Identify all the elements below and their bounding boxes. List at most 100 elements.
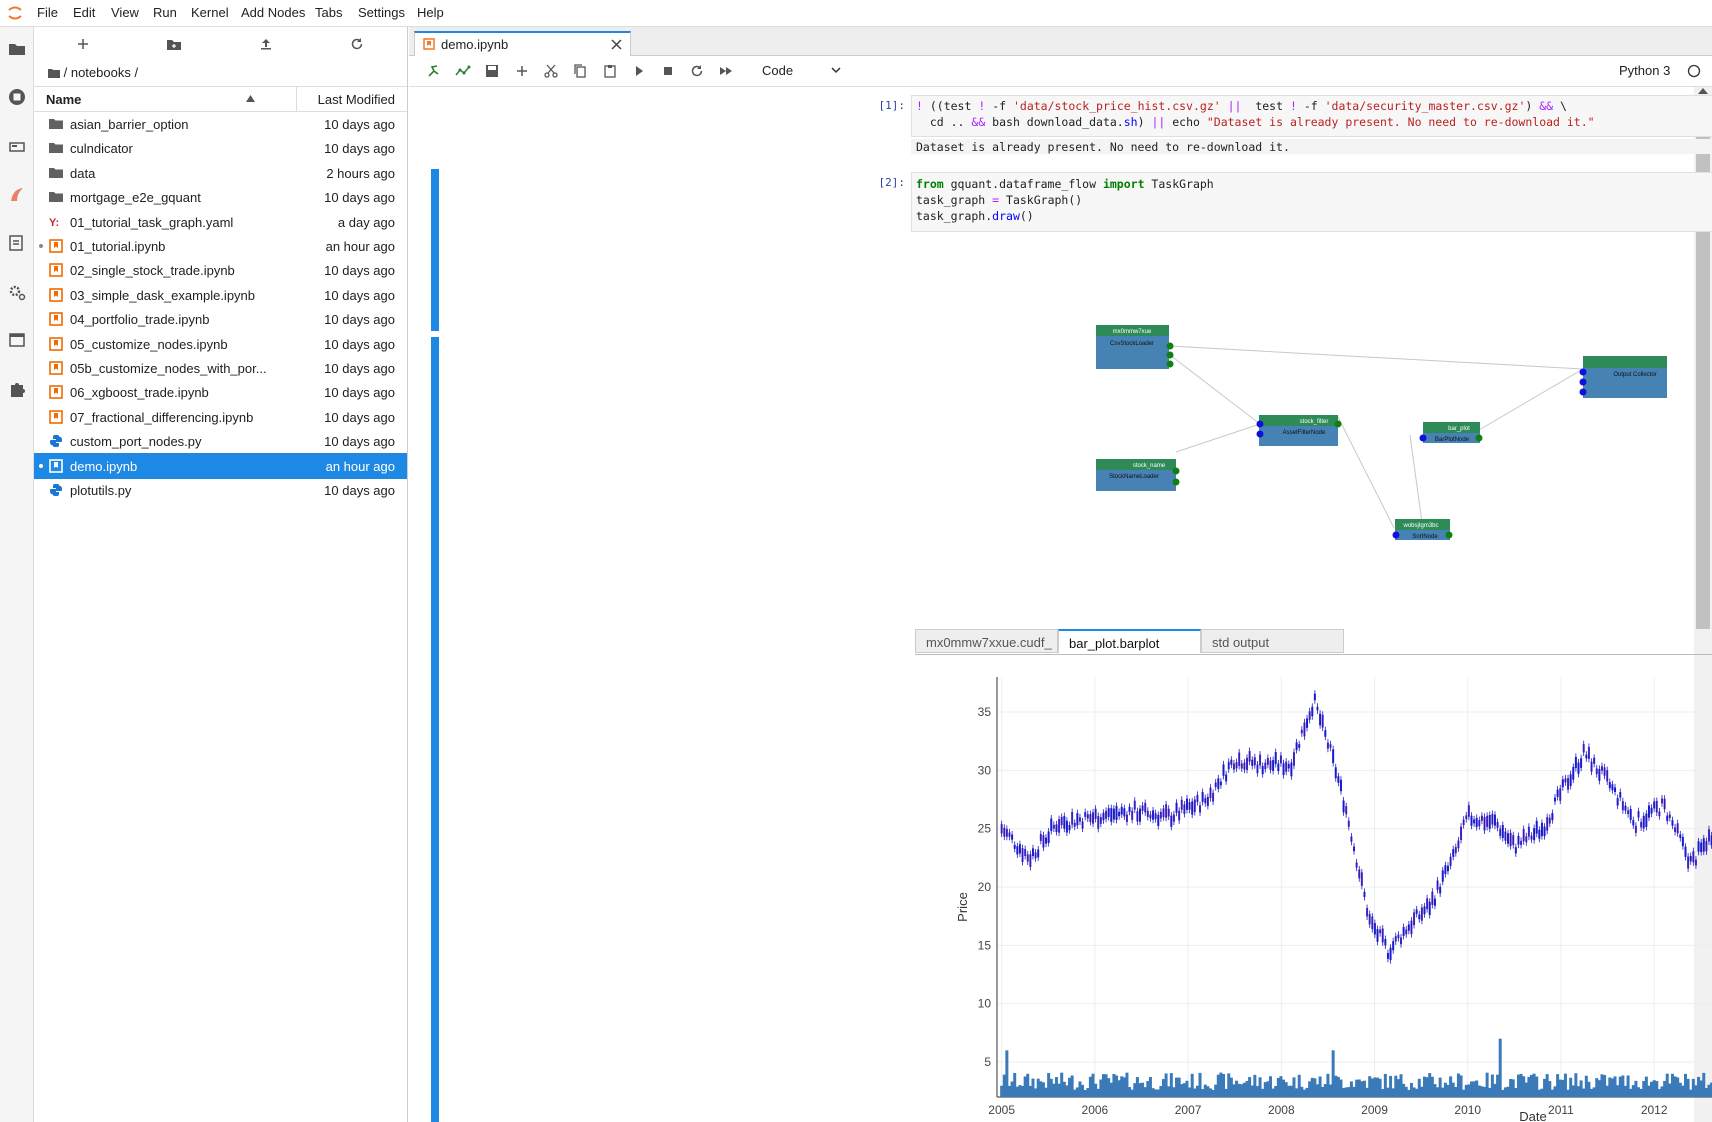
menu-run[interactable]: Run (153, 5, 177, 20)
save-icon[interactable] (484, 63, 500, 79)
volume-bar (1451, 1082, 1455, 1097)
node-stock-filter[interactable]: stock_filter AssetFilterNode (1256, 415, 1342, 446)
file-row[interactable]: culndicator 10 days ago (34, 135, 407, 161)
cell1-code[interactable]: ! ((test ! -f 'data/stock_price_hist.csv… (916, 98, 1595, 130)
node-bar-plot[interactable]: bar_plot BarPlotNode (1419, 422, 1483, 443)
menu-kernel[interactable]: Kernel (191, 5, 229, 20)
node-mx0mmw7xue[interactable]: mx0mmw7xue CsvStockLoader (1096, 325, 1174, 369)
run-icon[interactable] (631, 63, 647, 79)
file-row[interactable]: 01_tutorial.ipynb an hour ago (34, 233, 407, 259)
y-tick-label: 20 (978, 880, 992, 894)
paste-icon[interactable] (602, 63, 618, 79)
menu-tabs[interactable]: Tabs (315, 5, 342, 20)
folder-icon[interactable] (7, 39, 27, 59)
settings-gear-icon[interactable] (7, 282, 27, 302)
menu-add-nodes[interactable]: Add Nodes (241, 5, 305, 20)
breadcrumb[interactable]: / notebooks / (48, 65, 138, 80)
volume-bar (1125, 1072, 1129, 1097)
node-stock-name[interactable]: stock_name StockNameLoader (1096, 459, 1180, 491)
file-row[interactable]: 05_customize_nodes.ipynb 10 days ago (34, 331, 407, 357)
task-graph-canvas[interactable]: mx0mmw7xue CsvStockLoader stock_filter A… (1089, 312, 1689, 562)
volume-bar (1537, 1089, 1541, 1097)
file-row[interactable]: data 2 hours ago (34, 160, 407, 186)
cut-icon[interactable] (543, 63, 559, 79)
graph-icon[interactable] (455, 63, 471, 79)
cell2-code[interactable]: from gquant.dataframe_flow import TaskGr… (916, 176, 1214, 224)
file-row[interactable]: 05b_customize_nodes_with_por... 10 days a… (34, 355, 407, 381)
file-row[interactable]: mortgage_e2e_gquant 10 days ago (34, 184, 407, 210)
volume-bar (1462, 1089, 1466, 1097)
chevron-down-icon[interactable] (831, 67, 841, 74)
volume-bar (1242, 1082, 1246, 1097)
node-output-collector[interactable]: Output Collector (1579, 356, 1668, 398)
file-row[interactable]: plotutils.py 10 days ago (34, 477, 407, 503)
volume-bar (1237, 1083, 1241, 1097)
close-tab-icon[interactable] (611, 39, 622, 50)
file-row[interactable]: 07_fractional_differencing.ipynb 10 days … (34, 404, 407, 430)
volume-bar (1595, 1078, 1599, 1097)
new-folder-icon[interactable] (164, 35, 184, 53)
restart-icon[interactable] (689, 63, 705, 79)
menu-file[interactable]: File (37, 5, 58, 20)
tabs-icon[interactable] (7, 330, 27, 350)
insert-cell-icon[interactable] (514, 63, 530, 79)
volume-bar (1438, 1077, 1442, 1097)
node-type: SortNode (1412, 534, 1438, 540)
sort-up-icon[interactable] (246, 95, 255, 102)
volume-bar (1501, 1089, 1505, 1097)
file-row[interactable]: 03_simple_dask_example.ipynb 10 days ago (34, 282, 407, 308)
running-icon[interactable] (7, 87, 27, 107)
run-graph-icon[interactable] (426, 63, 442, 79)
file-modified: a day ago (337, 214, 395, 230)
refresh-icon[interactable] (347, 35, 367, 53)
file-row[interactable]: custom_port_nodes.py 10 days ago (34, 428, 407, 454)
cell2-selection-bar[interactable] (431, 169, 439, 331)
file-row[interactable]: 04_portfolio_trade.ipynb 10 days ago (34, 306, 407, 332)
gquant-icon[interactable] (7, 185, 27, 205)
menu-settings[interactable]: Settings (358, 5, 405, 20)
fast-forward-icon[interactable] (718, 63, 734, 79)
header-name[interactable]: Name (46, 92, 81, 107)
volume-bar (1493, 1083, 1497, 1097)
file-row[interactable]: 06_xgboost_trade.ipynb 10 days ago (34, 379, 407, 405)
volume-bar (1310, 1077, 1314, 1097)
output-tab-dataframe[interactable]: mx0mmw7xxue.cudf_ (915, 629, 1058, 653)
file-row[interactable]: asian_barrier_option 10 days ago (34, 111, 407, 137)
menu-edit[interactable]: Edit (73, 5, 95, 20)
volume-bar (1603, 1075, 1607, 1097)
cell2-output-collapser[interactable] (431, 337, 439, 1122)
extension-puzzle-icon[interactable] (7, 379, 27, 399)
price-volume-chart[interactable]: 5 10 15 20 25 30 35 2005 2006 2007 2008 2009 2010 20… (915, 661, 1712, 1122)
node-wobsjtgm3bc[interactable]: wobsjtgm3bc SortNode (1392, 519, 1453, 540)
commands-icon[interactable] (7, 137, 27, 157)
volume-bar (1647, 1085, 1651, 1097)
volume-bar (1386, 1087, 1390, 1097)
output-tab-barplot[interactable]: bar_plot.barplot (1058, 629, 1201, 653)
new-launcher-icon[interactable] (73, 35, 93, 53)
volume-bar (1339, 1079, 1343, 1097)
volume-bar (1261, 1088, 1265, 1097)
menu-view[interactable]: View (111, 5, 139, 20)
volume-bar (1469, 1081, 1473, 1097)
volume-bar (1279, 1076, 1283, 1097)
file-name: demo.ipynb (70, 458, 138, 474)
volume-bar (1094, 1083, 1098, 1097)
kernel-name[interactable]: Python 3 (1619, 63, 1670, 78)
file-row[interactable]: 02_single_stock_trade.ipynb 10 days ago (34, 257, 407, 283)
x-tick-label: 2005 (988, 1103, 1015, 1117)
output-tab-std-output[interactable]: std output (1201, 629, 1344, 653)
property-inspector-icon[interactable] (7, 233, 27, 253)
file-row[interactable]: demo.ipynb an hour ago (34, 452, 407, 479)
scroll-up-icon[interactable] (1698, 88, 1708, 94)
stop-icon[interactable] (660, 63, 676, 79)
file-row[interactable]: Y: 01_tutorial_task_graph.yaml a day ago (34, 209, 407, 235)
header-last-modified[interactable]: Last Modified (318, 92, 395, 107)
tab-demo-ipynb[interactable]: demo.ipynb (414, 31, 631, 57)
upload-icon[interactable] (256, 35, 276, 53)
volume-bar (1584, 1075, 1588, 1097)
menu-help[interactable]: Help (417, 5, 444, 20)
copy-icon[interactable] (572, 63, 588, 79)
volume-bar (1600, 1074, 1604, 1097)
cell-type-select[interactable]: Code (762, 63, 793, 78)
notebook-icon (49, 336, 63, 351)
